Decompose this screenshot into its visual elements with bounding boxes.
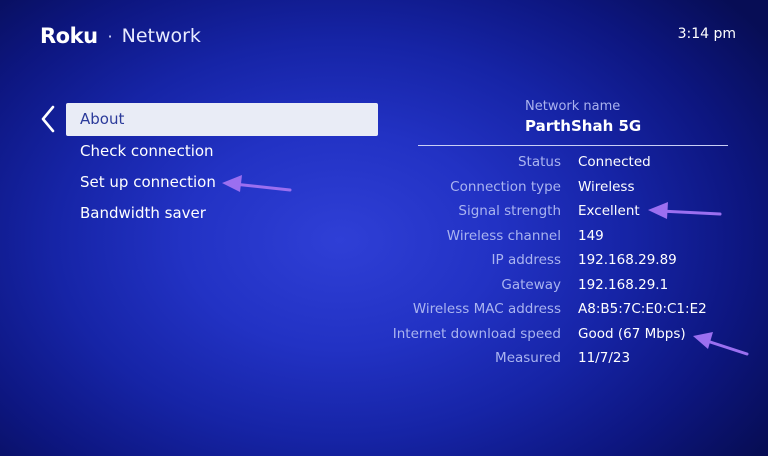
menu-item-about[interactable]: About (66, 103, 378, 136)
network-name-label: Network name (525, 99, 621, 114)
roku-logo: Roku (40, 24, 98, 48)
detail-label: Status (517, 154, 561, 171)
detail-label: Connection type (450, 178, 561, 195)
detail-row-signal-strength: Signal strength Excellent (380, 199, 760, 224)
settings-menu: About Check connection Set up connection… (66, 103, 378, 229)
detail-value: Good (67 Mbps) (578, 325, 686, 342)
detail-row-mac-address: Wireless MAC address A8:B5:7C:E0:C1:E2 (380, 297, 760, 322)
detail-row-measured: Measured 11/7/23 (380, 346, 760, 371)
detail-label: Signal strength (458, 203, 561, 220)
detail-row-ip-address: IP address 192.168.29.89 (380, 248, 760, 273)
detail-label: Measured (495, 350, 561, 367)
detail-value: Wireless (578, 178, 635, 195)
detail-value: 192.168.29.89 (578, 252, 677, 269)
clock: 3:14 pm (677, 26, 736, 42)
detail-row-gateway: Gateway 192.168.29.1 (380, 273, 760, 298)
title-separator: · (107, 26, 113, 46)
page-title: Network (121, 25, 201, 47)
network-name-block: Network name ParthShah 5G (418, 99, 728, 135)
divider (418, 145, 728, 146)
detail-value: Connected (578, 154, 651, 171)
menu-item-check-connection[interactable]: Check connection (66, 136, 378, 167)
detail-label: IP address (491, 252, 561, 269)
chevron-left-icon[interactable] (38, 104, 58, 134)
network-details: Status Connected Connection type Wireles… (380, 150, 760, 371)
detail-label: Gateway (501, 276, 561, 293)
detail-label: Internet download speed (392, 325, 561, 342)
detail-row-status: Status Connected (380, 150, 760, 175)
header: Roku · Network (40, 22, 201, 50)
network-name-value: ParthShah 5G (525, 117, 642, 135)
detail-row-wireless-channel: Wireless channel 149 (380, 224, 760, 249)
detail-label: Wireless MAC address (412, 301, 561, 318)
menu-item-bandwidth-saver[interactable]: Bandwidth saver (66, 198, 378, 229)
detail-value: 192.168.29.1 (578, 276, 669, 293)
detail-value: A8:B5:7C:E0:C1:E2 (578, 301, 707, 318)
detail-row-download-speed: Internet download speed Good (67 Mbps) (380, 322, 760, 347)
detail-row-connection-type: Connection type Wireless (380, 175, 760, 200)
detail-value: 149 (578, 227, 604, 244)
detail-value: 11/7/23 (578, 350, 631, 367)
detail-label: Wireless channel (446, 227, 561, 244)
menu-item-set-up-connection[interactable]: Set up connection (66, 167, 378, 198)
detail-value: Excellent (578, 203, 640, 220)
